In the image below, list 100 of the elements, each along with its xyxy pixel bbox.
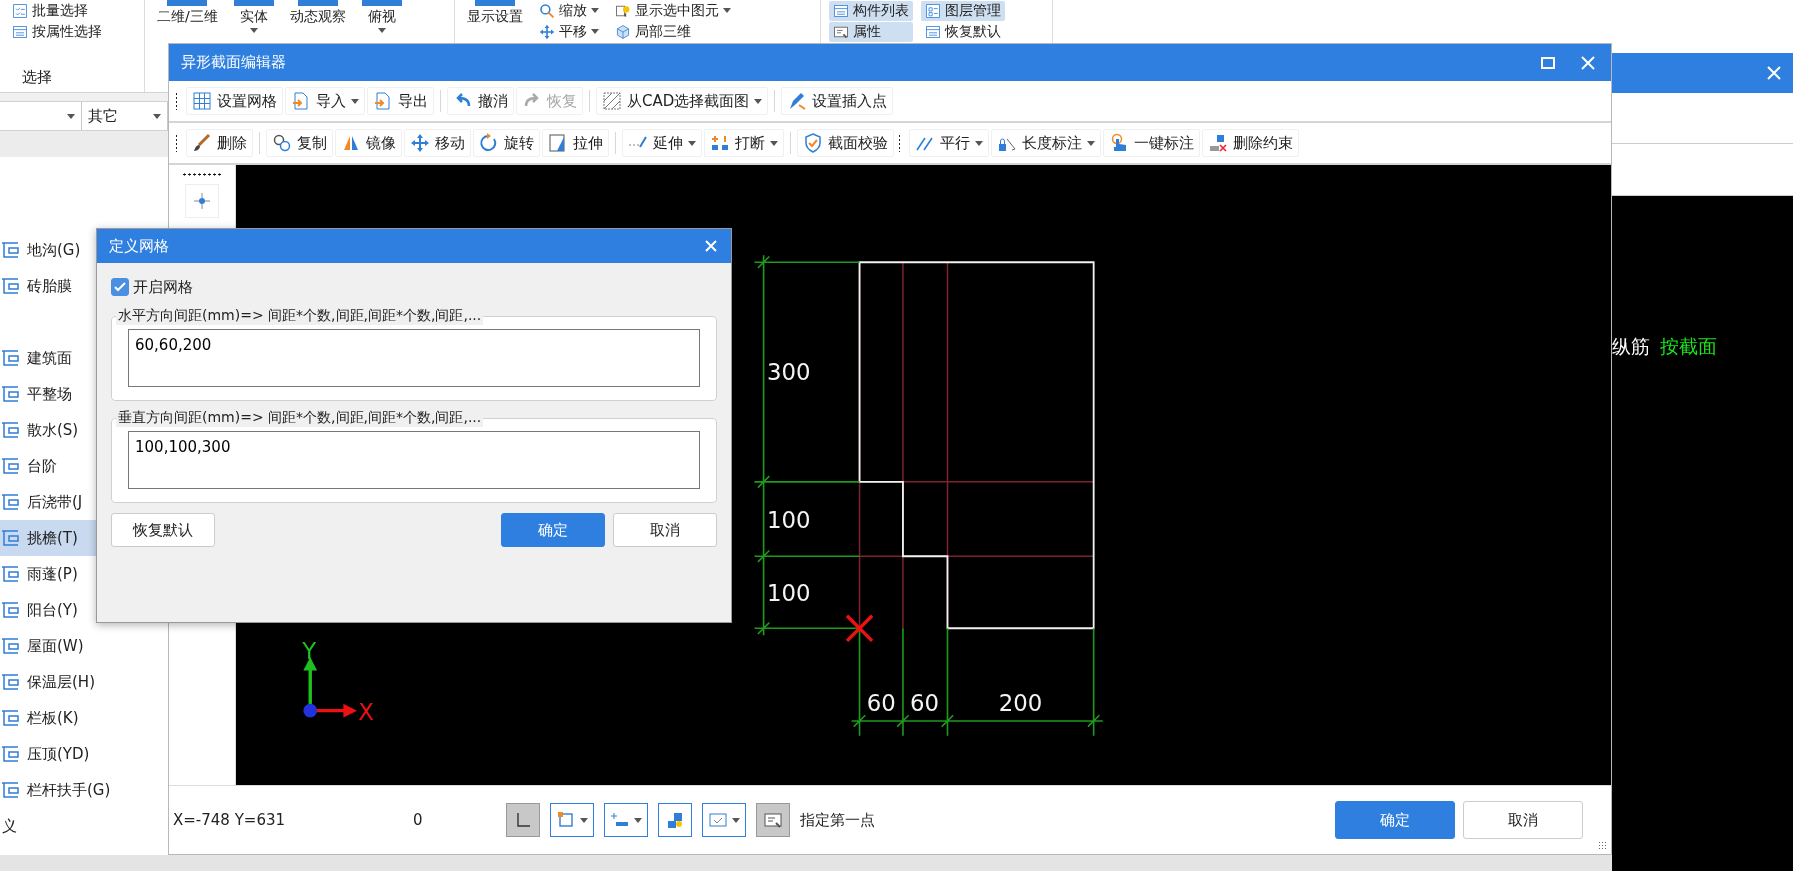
sidebar-item[interactable]: 阳台(Y) [0,592,168,628]
sidebar-item[interactable]: 保温层(H) [0,664,168,700]
toolbar-button[interactable]: 复制 [266,129,333,157]
ribbon-button[interactable]: 显示设置 [463,0,527,42]
sidebar-item[interactable]: 屋面(W) [0,628,168,664]
toolbar-grip[interactable] [175,134,178,152]
ribbon-button[interactable]: 二维/三维 [153,0,222,42]
toolbar-button[interactable]: 旋转 [473,129,540,157]
toolbar-button[interactable]: 导出 [367,87,434,115]
hatched-square-icon [602,91,622,111]
toolbar-grip[interactable] [175,92,178,110]
close-icon[interactable] [703,238,719,254]
caret-icon [580,817,588,823]
ok-button[interactable]: 确定 [501,513,605,547]
sidebar-item[interactable]: 义 [0,808,168,844]
reset-button[interactable]: 恢复默认 [111,513,215,547]
toolbar-button[interactable]: 镜像 [335,129,402,157]
ribbon-button[interactable]: 图层管理 [921,0,1005,21]
ribbon-button[interactable]: 属性 [829,21,913,42]
cancel-button[interactable]: 取消 [613,513,717,547]
ok-button[interactable]: 确定 [1335,801,1455,839]
grid-icon [192,91,212,111]
cube-icon [615,23,631,40]
window-title: 异形截面编辑器 [181,53,286,72]
group-label: 选择 [21,68,53,87]
dimension-label: 300 [767,359,811,386]
toolbar-button[interactable]: 从CAD选择截面图 [596,87,769,115]
ribbon-button[interactable]: 按属性选择 [8,21,106,42]
status-tool-button[interactable] [550,803,594,837]
copy-icon [272,133,292,153]
caret-icon [754,98,763,104]
dialog-title: 定义网格 [109,236,169,256]
layers-icon [925,2,941,19]
break-icon [710,133,730,153]
status-tool-button[interactable] [506,803,540,837]
component-icon [1,276,21,296]
sidebar-item[interactable]: 雨蓬(P) [0,556,168,592]
ribbon-button[interactable]: 显示选中图元 [611,0,735,21]
toolbar-button[interactable]: 长度标注 [991,129,1101,157]
rotate-icon [479,133,499,153]
toolbar-grip[interactable] [898,134,901,152]
cancel-button[interactable]: 取消 [1463,801,1583,839]
ribbon-button[interactable]: 俯视 [357,0,406,42]
dimension-label: 60 [866,689,896,716]
component-icon [1,348,21,368]
caret-icon [591,8,599,13]
canvas-text: 按截面 [1660,334,1717,359]
ribbon-button[interactable]: 恢复默认 [921,21,1005,42]
axis-label: X [358,698,374,725]
dimension-label: 100 [767,579,811,606]
checkbox[interactable] [111,278,129,296]
toolbar-button[interactable]: 移动 [404,129,471,157]
ribbon-button[interactable]: 批量选择 [8,0,106,21]
sidebar-item[interactable]: 栏杆扶手(G) [0,772,168,808]
toolbar-button[interactable]: 拉伸 [542,129,609,157]
toolbar-button[interactable]: 设置网格 [186,87,283,115]
status-tool-button[interactable] [658,803,692,837]
component-icon [1,528,21,548]
toolbar-button[interactable]: 导入 [285,87,365,115]
dimension-label: 60 [910,689,940,716]
toolbar-button[interactable]: 撤消 [447,87,514,115]
close-icon[interactable] [1765,64,1783,82]
status-tool-button[interactable] [756,803,790,837]
canvas-text: 纵筋 [1612,334,1650,359]
sidebar-item[interactable]: 栏板(K) [0,700,168,736]
delete-constraint-icon [1208,133,1228,153]
input-field[interactable]: 100,100,300 [128,431,700,489]
toolbar-button[interactable]: 设置插入点 [781,87,894,115]
shield-check-icon [803,133,823,153]
toolbar-button[interactable]: 截面校验 [797,129,894,157]
status-tool-button[interactable] [604,803,648,837]
ribbon-button[interactable]: 实体 [229,0,278,42]
pencil-point-icon [787,91,808,111]
toolbar-button[interactable]: 删除 [186,129,253,157]
toolbar-button[interactable]: 打断 [704,129,784,157]
component-icon [1,708,21,728]
toolbar-button[interactable]: 延伸 [622,129,702,157]
toolbar-button[interactable]: 删除约束 [1202,129,1299,157]
document-arrow-icon [291,91,311,111]
axis-label: Y [302,638,317,665]
ribbon-button[interactable]: 缩放 [535,0,603,21]
brush-icon [192,133,212,153]
sidebar-item[interactable]: 压顶(YD) [0,736,168,772]
ribbon-button[interactable]: 构件列表 [829,0,913,21]
status-tool-button[interactable] [702,803,746,837]
input-field[interactable]: 60,60,200 [128,329,700,387]
ribbon-button[interactable]: 平移 [535,21,603,42]
ribbon-button[interactable]: 动态观察 [285,0,350,42]
close-icon[interactable] [1579,53,1597,72]
list-icon [833,2,849,19]
tile-icon [361,0,402,6]
caret-icon [723,8,731,13]
toolbar-button[interactable]: 平行 [909,129,989,157]
ribbon-button[interactable]: 局部三维 [611,21,735,42]
snap-point-button[interactable] [185,184,219,218]
toolbar-button[interactable]: 一键标注 [1103,129,1200,157]
toolbar-grip[interactable] [182,173,222,176]
group-label: 水平方向间距(mm)=> 间距*个数,间距,间距*个数,间距,... [116,307,484,325]
cross-marker [845,614,874,643]
caret-icon [249,28,258,33]
